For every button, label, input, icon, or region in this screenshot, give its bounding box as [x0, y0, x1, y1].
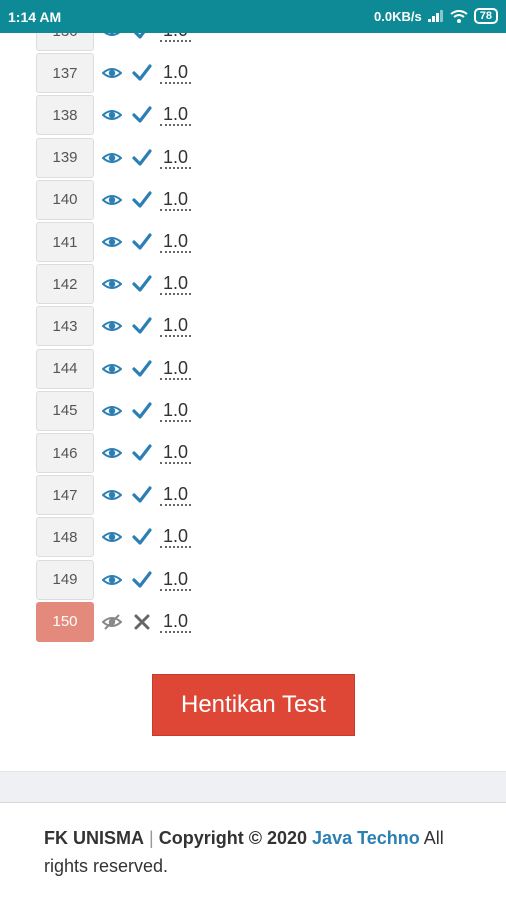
- question-row: 150 1.0: [0, 601, 506, 644]
- score-value: 1.0: [160, 569, 192, 591]
- question-number-button[interactable]: 150: [36, 601, 94, 642]
- eye-icon[interactable]: [101, 316, 123, 336]
- eye-icon[interactable]: [101, 190, 123, 210]
- score-value: 1.0: [160, 33, 192, 42]
- eye-icon[interactable]: [101, 485, 123, 505]
- question-number-button[interactable]: 140: [36, 179, 94, 220]
- question-row: 139 1.0: [0, 137, 506, 180]
- status-indicators: 0.0KB/s 78: [374, 8, 498, 24]
- signal-icon: [427, 10, 443, 22]
- check-icon: [132, 443, 152, 463]
- eye-slash-icon[interactable]: [101, 612, 123, 632]
- check-icon: [132, 527, 152, 547]
- score-value: 1.0: [160, 400, 192, 422]
- question-number-button[interactable]: 147: [36, 475, 94, 516]
- score-value: 1.0: [160, 358, 192, 380]
- check-icon: [132, 274, 152, 294]
- question-number-button[interactable]: 138: [36, 95, 94, 136]
- footer-link[interactable]: Java Techno: [312, 828, 420, 848]
- check-icon: [132, 401, 152, 421]
- question-row: 141 1.0: [0, 222, 506, 264]
- question-number-button[interactable]: 137: [36, 53, 94, 94]
- question-row: 146 1.0: [0, 433, 506, 475]
- eye-icon[interactable]: [101, 401, 123, 421]
- check-icon: [132, 485, 152, 505]
- check-icon: [132, 190, 152, 210]
- eye-icon[interactable]: [101, 359, 123, 379]
- score-value: 1.0: [160, 611, 192, 633]
- question-row: 140 1.0: [0, 179, 506, 222]
- question-number-button[interactable]: 143: [36, 306, 94, 347]
- check-icon: [132, 33, 152, 41]
- check-icon: [132, 359, 152, 379]
- question-number-button[interactable]: 148: [36, 517, 94, 558]
- question-list[interactable]: 1361.01371.01381.01391.01401.01411.01421…: [0, 33, 506, 673]
- eye-icon[interactable]: [101, 232, 123, 252]
- eye-icon[interactable]: [101, 148, 123, 168]
- question-row: 145 1.0: [0, 390, 506, 433]
- eye-icon[interactable]: [101, 570, 123, 590]
- check-icon: [132, 105, 152, 125]
- question-row: 144 1.0: [0, 348, 506, 391]
- stop-test-button[interactable]: Hentikan Test: [152, 674, 355, 736]
- score-value: 1.0: [160, 104, 192, 127]
- question-row: 138 1.0: [0, 95, 506, 137]
- status-time: 1:14 AM: [8, 9, 62, 25]
- score-value: 1.0: [160, 231, 192, 253]
- footer: FK UNISMA | Copyright © 2020 Java Techno…: [44, 824, 484, 880]
- question-row: 149 1.0: [0, 559, 506, 602]
- eye-icon[interactable]: [101, 274, 123, 294]
- question-number-button[interactable]: 144: [36, 348, 94, 389]
- score-value: 1.0: [160, 189, 192, 211]
- score-value: 1.0: [160, 62, 192, 85]
- score-value: 1.0: [160, 484, 192, 507]
- score-value: 1.0: [160, 315, 192, 338]
- footer-separator: |: [149, 828, 154, 848]
- eye-icon[interactable]: [101, 105, 123, 125]
- footer-divider: [0, 771, 506, 803]
- eye-icon[interactable]: [101, 527, 123, 547]
- question-number-button[interactable]: 136: [36, 33, 94, 51]
- score-value: 1.0: [160, 442, 192, 464]
- footer-org: FK UNISMA: [44, 828, 144, 848]
- wifi-icon: [450, 9, 468, 23]
- eye-icon[interactable]: [102, 33, 122, 41]
- net-speed: 0.0KB/s: [374, 8, 422, 24]
- check-icon: [132, 232, 152, 252]
- score-value: 1.0: [160, 273, 192, 296]
- question-row: 142 1.0: [0, 264, 506, 306]
- question-row: 136 1.0: [0, 33, 506, 53]
- question-row: 147 1.0: [0, 475, 506, 517]
- close-icon: [132, 612, 152, 632]
- question-number-button[interactable]: 139: [36, 137, 94, 178]
- check-icon: [132, 570, 152, 590]
- question-number-button[interactable]: 145: [36, 390, 94, 431]
- question-number-button[interactable]: 142: [36, 264, 94, 305]
- question-number-button[interactable]: 146: [36, 433, 94, 473]
- question-number-button[interactable]: 149: [36, 559, 94, 600]
- eye-icon[interactable]: [101, 63, 123, 83]
- question-number-button[interactable]: 141: [36, 222, 94, 262]
- eye-icon[interactable]: [101, 443, 123, 463]
- status-bar: 1:14 AM 0.0KB/s 78: [0, 0, 506, 33]
- check-icon: [132, 316, 152, 336]
- footer-copyright: Copyright © 2020: [158, 828, 308, 848]
- battery-icon: 78: [473, 8, 498, 24]
- question-row: 148 1.0: [0, 517, 506, 559]
- question-row: 143 1.0: [0, 306, 506, 348]
- score-value: 1.0: [160, 147, 192, 169]
- score-value: 1.0: [160, 526, 192, 549]
- check-icon: [132, 63, 152, 83]
- check-icon: [132, 148, 152, 168]
- question-row: 137 1.0: [0, 53, 506, 95]
